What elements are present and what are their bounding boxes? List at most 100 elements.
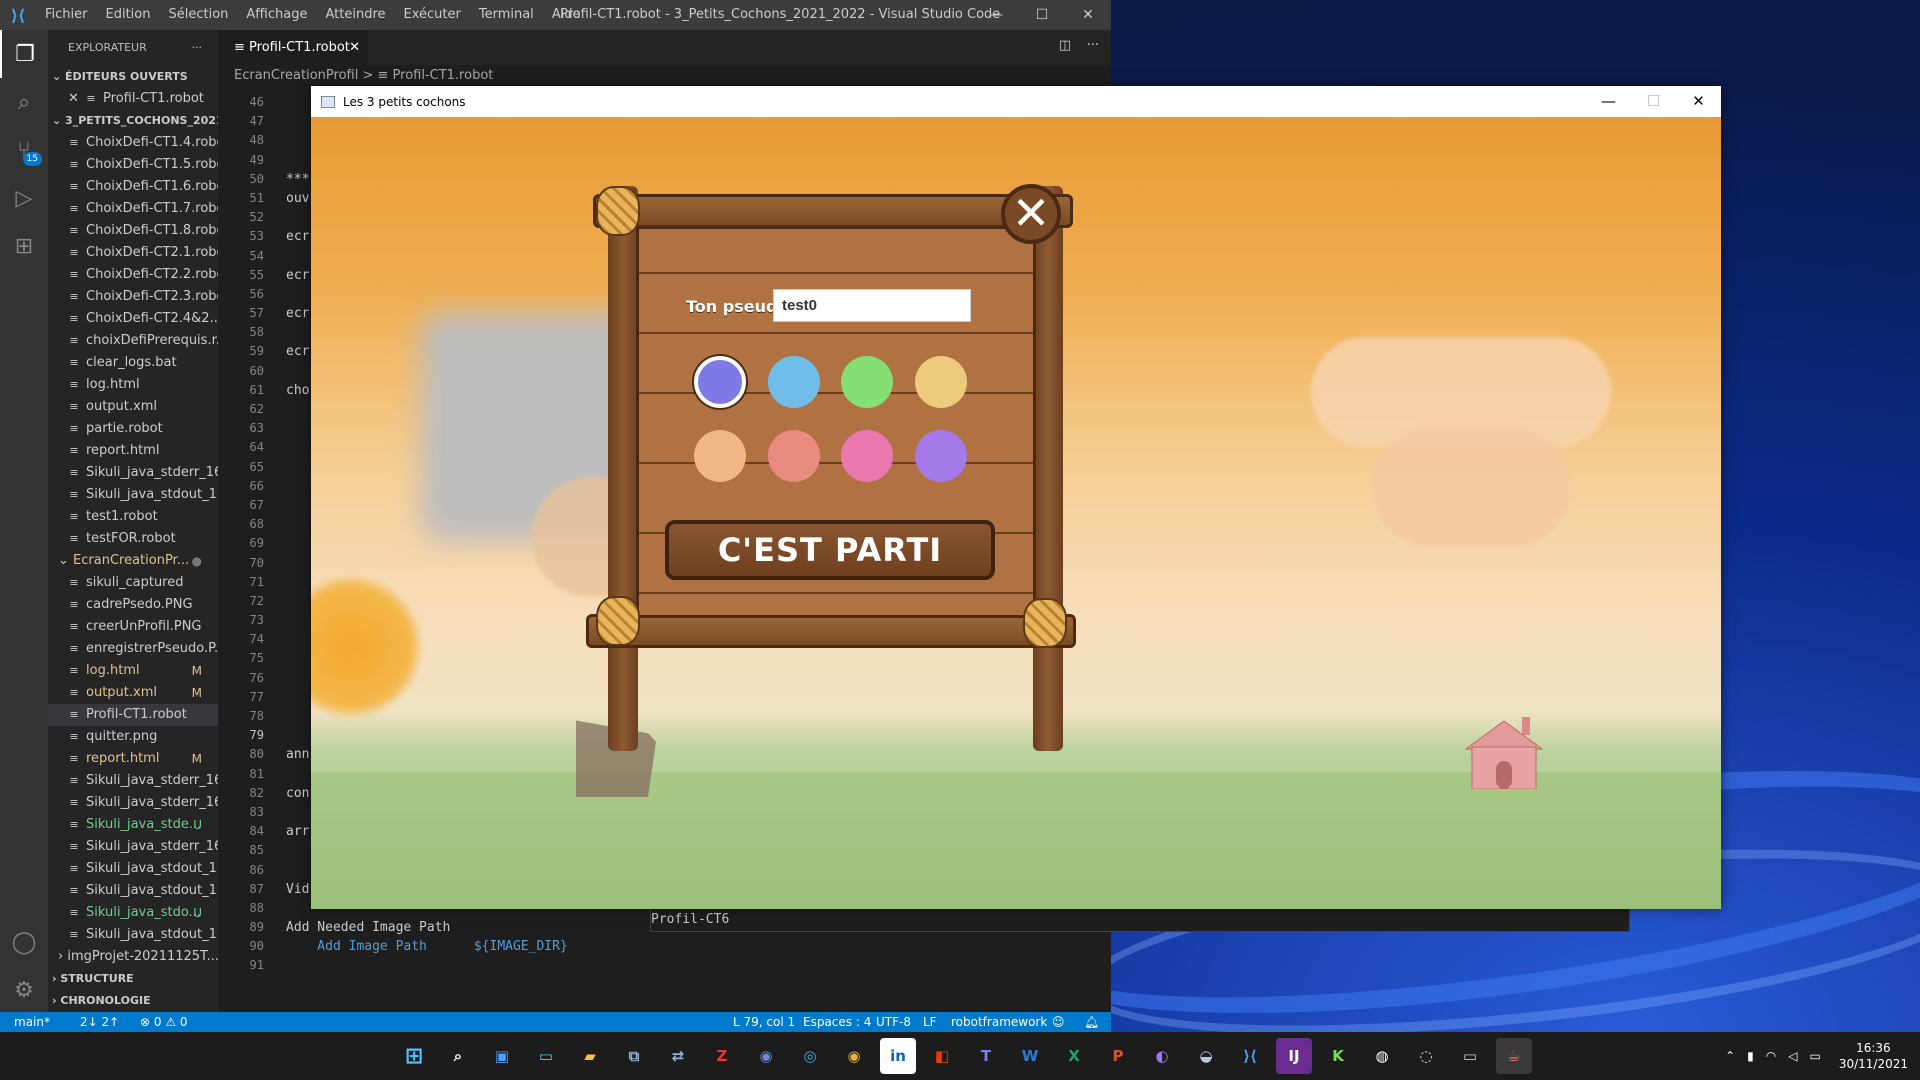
- tab-profil-ct1[interactable]: ≡ Profil-CT1.robot ✕: [218, 30, 368, 65]
- discord-icon[interactable]: ◉: [748, 1038, 784, 1074]
- start-button[interactable]: C'EST PARTI: [665, 520, 995, 580]
- task-view-icon[interactable]: ▣: [484, 1038, 520, 1074]
- file-item[interactable]: ≡ Sikuli_java_stderr_16...: [48, 792, 218, 814]
- file-item[interactable]: ≡ clear_logs.bat: [48, 352, 218, 374]
- explorer-icon[interactable]: ❐: [0, 30, 48, 78]
- tray-chevron-icon[interactable]: ⌃: [1725, 1049, 1735, 1063]
- word-icon[interactable]: W: [1012, 1038, 1048, 1074]
- file-item[interactable]: ≡ ChoixDefi-CT2.4&2....: [48, 308, 218, 330]
- color-swatch[interactable]: [694, 356, 746, 408]
- menu-executer[interactable]: Exécuter: [395, 0, 470, 30]
- open-editor-item[interactable]: ✕ ≡ Profil-CT1.robot: [48, 88, 218, 110]
- sync-status[interactable]: 2↓ 2↑: [80, 1012, 119, 1032]
- office-icon[interactable]: ◧: [924, 1038, 960, 1074]
- file-item[interactable]: ≡ log.html M: [48, 660, 218, 682]
- wifi-icon[interactable]: ◠: [1766, 1049, 1776, 1063]
- account-icon[interactable]: ◯: [0, 918, 48, 966]
- network-app-icon[interactable]: ⧉: [616, 1038, 652, 1074]
- file-item[interactable]: ≡ ChoixDefi-CT2.2.robot: [48, 264, 218, 286]
- vscode-taskbar-icon[interactable]: ⟩⟨: [1232, 1038, 1268, 1074]
- editor-more-icon[interactable]: ···: [1087, 38, 1099, 53]
- close-panel-button[interactable]: ✕: [1001, 184, 1061, 244]
- teams-icon[interactable]: T: [968, 1038, 1004, 1074]
- timeline-section[interactable]: › CHRONOLOGIE: [48, 990, 218, 1012]
- clock[interactable]: 16:36 30/11/2021: [1839, 1040, 1908, 1072]
- file-item[interactable]: ≡ ChoixDefi-CT1.4.robot: [48, 132, 218, 154]
- file-item[interactable]: ≡ Sikuli_java_stderr_16...: [48, 770, 218, 792]
- split-editor-icon[interactable]: ◫: [1059, 38, 1071, 53]
- file-item[interactable]: ≡ partie.robot: [48, 418, 218, 440]
- steam-icon[interactable]: ◌: [1408, 1038, 1444, 1074]
- color-swatch[interactable]: [694, 430, 746, 482]
- cursor-position[interactable]: L 79, col 1: [733, 1012, 795, 1032]
- filezilla-icon[interactable]: Z: [704, 1038, 740, 1074]
- file-item[interactable]: ≡ log.html: [48, 374, 218, 396]
- language-status[interactable]: robotframework: [951, 1012, 1047, 1032]
- github-icon[interactable]: ◐: [1144, 1038, 1180, 1074]
- file-item[interactable]: ≡ creerUnProfil.PNG: [48, 616, 218, 638]
- tray-app-icon[interactable]: ▮: [1747, 1049, 1754, 1063]
- run-debug-icon[interactable]: ▷: [0, 174, 48, 222]
- app-icon[interactable]: ◍: [1364, 1038, 1400, 1074]
- indentation-status[interactable]: Espaces : 4: [803, 1012, 871, 1032]
- breadcrumb[interactable]: EcranCreationProfil > ≡ Profil-CT1.robot: [218, 65, 493, 87]
- file-item[interactable]: ≡ test1.robot: [48, 506, 218, 528]
- structure-section[interactable]: › STRUCTURE: [48, 968, 218, 990]
- battery-icon[interactable]: ▭: [1809, 1049, 1820, 1063]
- remote-desktop-icon[interactable]: ⇄: [660, 1038, 696, 1074]
- file-item[interactable]: ≡ ChoixDefi-CT2.1.robot: [48, 242, 218, 264]
- img-folder-item[interactable]: › imgProjet-20211125T...: [48, 946, 218, 968]
- file-item[interactable]: ≡ report.html M: [48, 748, 218, 770]
- file-item[interactable]: ≡ Sikuli_java_stdout_1...: [48, 924, 218, 946]
- color-swatch[interactable]: [767, 430, 820, 482]
- file-item[interactable]: ≡ Sikuli_java_stderr_16...: [48, 462, 218, 484]
- menu-selection[interactable]: Sélection: [159, 0, 237, 30]
- file-item[interactable]: ≡ Sikuli_java_stderr_16...: [48, 836, 218, 858]
- excel-icon[interactable]: X: [1056, 1038, 1092, 1074]
- close-icon[interactable]: ✕: [1065, 0, 1111, 30]
- encoding-status[interactable]: UTF-8: [876, 1012, 911, 1032]
- menu-edition[interactable]: Edition: [97, 0, 160, 30]
- project-section[interactable]: ⌄ 3_PETITS_COCHONS_2021_...: [48, 110, 218, 132]
- file-item[interactable]: ≡ quitter.png: [48, 726, 218, 748]
- file-item[interactable]: ≡ Sikuli_java_stdout_1...: [48, 880, 218, 902]
- problems-status[interactable]: ⊗ 0 ⚠ 0: [140, 1012, 188, 1032]
- eclipse-icon[interactable]: ◒: [1188, 1038, 1224, 1074]
- volume-icon[interactable]: ◁: [1788, 1049, 1797, 1063]
- file-item[interactable]: ≡ Profil-CT1.robot: [48, 704, 218, 726]
- kotlin-icon[interactable]: K: [1320, 1038, 1356, 1074]
- file-item[interactable]: ≡ testFOR.robot: [48, 528, 218, 550]
- extensions-icon[interactable]: ⊞: [0, 222, 48, 270]
- file-item[interactable]: ≡ cadrePsedo.PNG: [48, 594, 218, 616]
- color-swatch[interactable]: [914, 356, 967, 408]
- feedback-icon[interactable]: ☺: [1052, 1012, 1065, 1032]
- color-swatch[interactable]: [914, 430, 967, 482]
- file-item[interactable]: ≡ enregistrerPseudo.P...: [48, 638, 218, 660]
- eol-status[interactable]: LF: [923, 1012, 937, 1032]
- settings-gear-icon[interactable]: ⚙: [0, 966, 48, 1014]
- terminal-icon[interactable]: ▭: [1452, 1038, 1488, 1074]
- search-icon[interactable]: ⌕: [0, 78, 48, 126]
- java-taskbar-icon[interactable]: ☕︎: [1496, 1038, 1532, 1074]
- menu-terminal[interactable]: Terminal: [470, 0, 543, 30]
- file-item[interactable]: ≡ Sikuli_java_stdo... U: [48, 902, 218, 924]
- menu-affichage[interactable]: Affichage: [237, 0, 316, 30]
- color-swatch[interactable]: [767, 356, 820, 408]
- open-editors-section[interactable]: ⌄ ÉDITEURS OUVERTS: [48, 66, 218, 88]
- intellij-icon[interactable]: IJ: [1276, 1038, 1312, 1074]
- file-item[interactable]: ≡ ChoixDefi-CT2.3.robot: [48, 286, 218, 308]
- start-windows-icon[interactable]: ⊞: [396, 1038, 432, 1074]
- file-item[interactable]: ≡ ChoixDefi-CT1.8.robot: [48, 220, 218, 242]
- file-item[interactable]: ≡ Sikuli_java_stde... U: [48, 814, 218, 836]
- menu-atteindre[interactable]: Atteindre: [316, 0, 394, 30]
- notifications-icon[interactable]: 🔔︎: [1084, 1012, 1099, 1032]
- file-item[interactable]: ≡ output.xml M: [48, 682, 218, 704]
- powerpoint-icon[interactable]: P: [1100, 1038, 1136, 1074]
- tab-close-icon[interactable]: ✕: [349, 30, 360, 65]
- edge-icon[interactable]: ◎: [792, 1038, 828, 1074]
- folder-item[interactable]: ⌄ EcranCreationPr... ●: [48, 550, 218, 572]
- chrome-icon[interactable]: ◉: [836, 1038, 872, 1074]
- branch-status[interactable]: main*: [14, 1012, 50, 1032]
- file-item[interactable]: ≡ sikuli_captured: [48, 572, 218, 594]
- pseudo-input[interactable]: test0: [773, 289, 971, 322]
